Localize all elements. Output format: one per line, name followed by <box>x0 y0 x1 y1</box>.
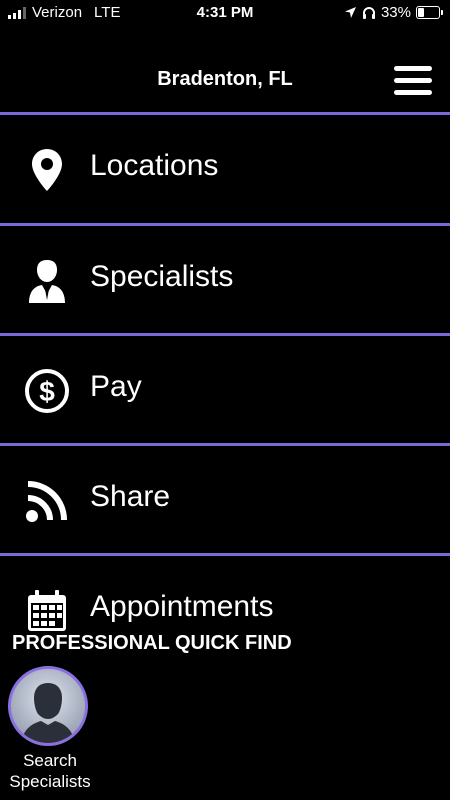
map-pin-icon <box>22 145 72 195</box>
dollar-circle-icon: $ <box>22 366 72 416</box>
person-icon <box>22 256 72 306</box>
nav-item-label: Specialists <box>90 260 234 293</box>
battery-icon <box>416 6 443 19</box>
quick-find-title: PROFESSIONAL QUICK FIND <box>12 632 292 654</box>
nav-item-specialists[interactable]: Specialists <box>0 226 450 333</box>
nav-item-locations[interactable]: Locations <box>0 115 450 222</box>
search-specialists-label: Search Specialists <box>9 751 91 791</box>
nav-item-label: Locations <box>90 149 219 182</box>
location-arrow-icon <box>344 7 356 18</box>
status-bar: Verizon LTE 4:31 PM 33% <box>0 0 450 26</box>
hamburger-menu-icon[interactable] <box>394 66 432 96</box>
nav-item-share[interactable]: Share <box>0 446 450 553</box>
header-title: Bradenton, FL <box>157 68 293 90</box>
rss-icon <box>22 476 72 526</box>
nav-item-label: Share <box>90 480 171 513</box>
app-header: Bradenton, FL <box>0 60 450 102</box>
nav-item-label: Pay <box>90 370 142 403</box>
nav-item-pay[interactable]: $ Pay <box>0 336 450 443</box>
calendar-icon <box>22 586 72 636</box>
status-bar-right: 33% <box>344 4 443 21</box>
nav-item-label: Appointments <box>90 590 274 623</box>
headphones-icon <box>362 7 375 19</box>
avatar-silhouette-icon <box>21 683 75 743</box>
search-specialists-button[interactable] <box>8 666 88 746</box>
svg-text:$: $ <box>39 376 55 407</box>
battery-percent: 33% <box>380 4 411 21</box>
